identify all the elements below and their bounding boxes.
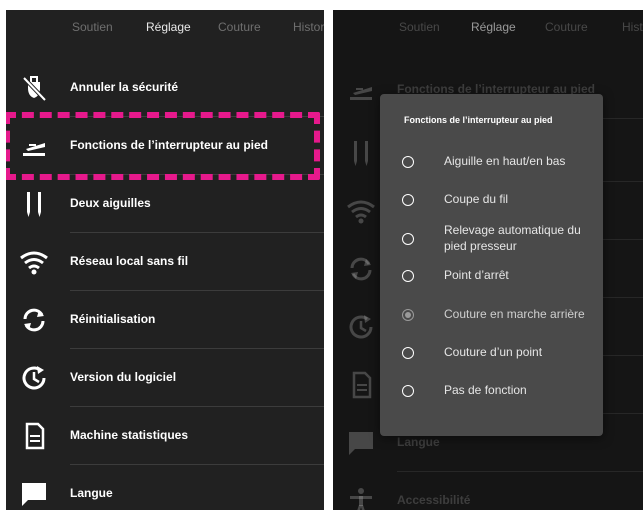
menu-item-reinitialisation[interactable]: Réinitialisation <box>6 292 324 349</box>
option-relevage-pied[interactable]: Relevage automatique du pied presseur <box>380 218 603 262</box>
option-label: Couture en marche arrière <box>444 307 585 321</box>
radio-button[interactable] <box>402 270 414 282</box>
reset-icon <box>18 306 50 334</box>
tab-soutien[interactable]: Soutien <box>72 20 113 34</box>
radio-button[interactable] <box>402 347 414 359</box>
option-couture-un-point[interactable]: Couture d’un point <box>380 338 603 372</box>
divider <box>70 406 324 407</box>
menu-item-label: Langue <box>70 486 113 500</box>
option-pas-de-fonction[interactable]: Pas de fonction <box>380 376 603 410</box>
menu-item-label: Réinitialisation <box>70 312 156 326</box>
settings-screen-left: Soutien Réglage Couture Historique Annul… <box>6 10 324 510</box>
option-label: Pas de fonction <box>444 383 527 397</box>
software-version-icon <box>18 364 50 392</box>
dialog-title: Fonctions de l’interrupteur au pied <box>404 115 553 125</box>
option-label: Relevage automatique du pied presseur <box>444 223 581 253</box>
foot-switch-dialog: Fonctions de l’interrupteur au pied Aigu… <box>380 94 603 436</box>
menu-item-label: Réseau local sans fil <box>70 254 189 268</box>
divider <box>70 290 324 291</box>
menu-item-statistiques[interactable]: Machine statistiques <box>6 408 324 465</box>
option-marche-arriere[interactable]: Couture en marche arrière <box>380 300 603 334</box>
menu-item-reseau[interactable]: Réseau local sans fil <box>6 234 324 291</box>
wifi-icon <box>18 248 50 276</box>
radio-button[interactable] <box>402 194 414 206</box>
radio-button[interactable] <box>402 233 414 245</box>
divider <box>70 232 324 233</box>
tab-bar: Soutien Réglage Couture Historique <box>6 10 324 50</box>
menu-item-langue[interactable]: Langue <box>6 466 324 510</box>
tab-couture[interactable]: Couture <box>218 20 261 34</box>
document-icon <box>18 422 50 450</box>
divider <box>70 348 324 349</box>
option-coupe-fil[interactable]: Coupe du fil <box>380 185 603 219</box>
menu-item-label: Deux aiguilles <box>70 196 151 210</box>
radio-button[interactable] <box>402 156 414 168</box>
option-point-arret[interactable]: Point d’arrêt <box>380 261 603 295</box>
option-label: Coupe du fil <box>444 192 509 206</box>
option-label: Point d’arrêt <box>444 268 509 282</box>
option-aiguille-haut-bas[interactable]: Aiguille en haut/en bas <box>380 147 603 181</box>
menu-item-version[interactable]: Version du logiciel <box>6 350 324 407</box>
chat-icon <box>18 480 50 508</box>
tab-historique[interactable]: Historique <box>293 20 324 34</box>
lock-off-icon <box>18 74 50 102</box>
option-label: Aiguille en haut/en bas <box>444 154 566 168</box>
option-label: Couture d’un point <box>444 345 543 359</box>
tab-reglage[interactable]: Réglage <box>146 20 191 34</box>
highlight-frame <box>6 112 320 180</box>
menu-item-label: Machine statistiques <box>70 428 189 442</box>
menu-item-annuler-securite[interactable]: Annuler la sécurité <box>6 60 324 117</box>
menu-item-label: Version du logiciel <box>70 370 177 384</box>
radio-button[interactable] <box>402 385 414 397</box>
menu-item-deux-aiguilles[interactable]: Deux aiguilles <box>6 176 324 233</box>
radio-button-selected[interactable] <box>402 309 414 321</box>
menu-item-label: Annuler la sécurité <box>70 80 179 94</box>
divider <box>70 464 324 465</box>
twin-needle-icon <box>18 190 50 218</box>
